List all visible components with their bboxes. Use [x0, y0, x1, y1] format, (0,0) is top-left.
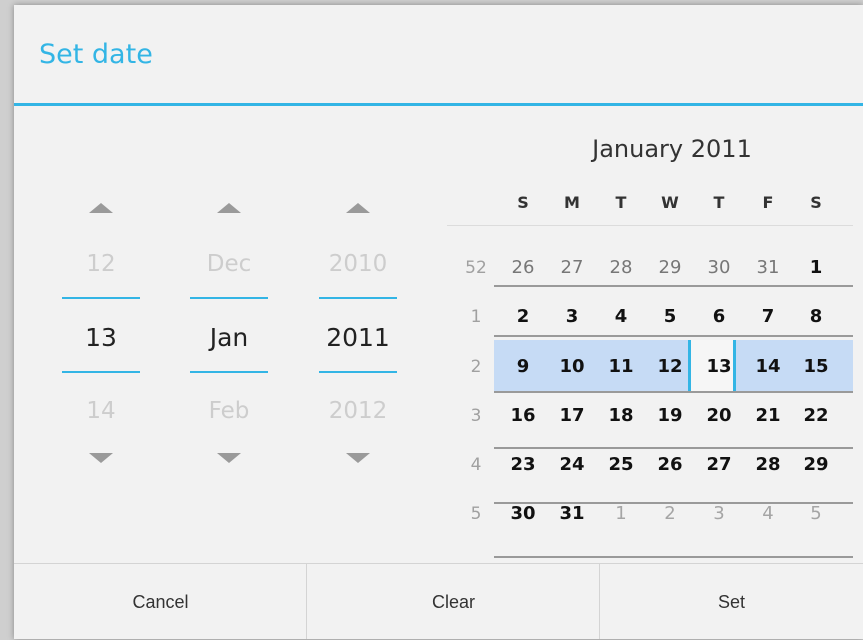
calendar-day[interactable]: 28	[596, 257, 646, 278]
calendar-day[interactable]: 31	[547, 503, 597, 524]
month-spinner-bottom-line	[190, 371, 268, 373]
day-current-value[interactable]: 13	[62, 323, 140, 352]
day-spinner-bottom-line	[62, 371, 140, 373]
week-row-divider	[494, 285, 853, 287]
calendar-day[interactable]: 6	[694, 306, 744, 327]
calendar-day[interactable]: 3	[547, 306, 597, 327]
week-row-divider	[494, 335, 853, 337]
day-decrement-arrow-icon[interactable]	[89, 453, 113, 463]
title-divider	[14, 103, 863, 106]
calendar-day-selected[interactable]: 13	[694, 356, 744, 377]
calendar-day[interactable]: 4	[743, 503, 793, 524]
calendar-day[interactable]: 17	[547, 405, 597, 426]
calendar-day[interactable]: 23	[498, 454, 548, 475]
year-spinner[interactable]: 2010 2011 2012	[319, 195, 397, 475]
calendar-day[interactable]: 26	[645, 454, 695, 475]
year-spinner-bottom-line	[319, 371, 397, 373]
year-prev-value[interactable]: 2010	[319, 251, 397, 277]
year-current-value[interactable]: 2011	[319, 323, 397, 352]
weekday-header: S	[517, 193, 529, 212]
day-prev-value[interactable]: 12	[62, 251, 140, 277]
calendar-day[interactable]: 16	[498, 405, 548, 426]
weekday-header-divider	[447, 225, 853, 226]
calendar-day[interactable]: 1	[596, 503, 646, 524]
calendar-day[interactable]: 1	[791, 257, 841, 278]
day-spinner-top-line	[62, 297, 140, 299]
set-button[interactable]: Set	[600, 564, 863, 639]
year-next-value[interactable]: 2012	[319, 398, 397, 424]
month-next-value[interactable]: Feb	[190, 398, 268, 424]
calendar-day[interactable]: 30	[498, 503, 548, 524]
calendar-day[interactable]: 4	[596, 306, 646, 327]
calendar-day[interactable]: 18	[596, 405, 646, 426]
calendar-day[interactable]: 22	[791, 405, 841, 426]
week-number: 52	[465, 258, 487, 278]
year-increment-arrow-icon[interactable]	[346, 203, 370, 213]
weekday-header: M	[564, 193, 580, 212]
month-spinner-top-line	[190, 297, 268, 299]
year-decrement-arrow-icon[interactable]	[346, 453, 370, 463]
day-next-value[interactable]: 14	[62, 398, 140, 424]
month-spinner[interactable]: Dec Jan Feb	[190, 195, 268, 475]
month-prev-value[interactable]: Dec	[190, 251, 268, 277]
day-spinner[interactable]: 12 13 14	[62, 195, 140, 475]
week-number: 3	[470, 406, 482, 426]
calendar-day[interactable]: 29	[645, 257, 695, 278]
calendar-day[interactable]: 28	[743, 454, 793, 475]
calendar-day[interactable]: 5	[645, 306, 695, 327]
calendar-day[interactable]: 20	[694, 405, 744, 426]
calendar-day[interactable]: 26	[498, 257, 548, 278]
calendar-day[interactable]: 25	[596, 454, 646, 475]
calendar-day[interactable]: 19	[645, 405, 695, 426]
calendar-day[interactable]: 11	[596, 356, 646, 377]
calendar-day[interactable]: 2	[645, 503, 695, 524]
weekday-header: S	[810, 193, 822, 212]
day-increment-arrow-icon[interactable]	[89, 203, 113, 213]
calendar-day[interactable]: 21	[743, 405, 793, 426]
weekday-header: F	[762, 193, 774, 212]
month-current-value[interactable]: Jan	[190, 323, 268, 352]
calendar-month-title: January 2011	[592, 135, 752, 163]
calendar-day[interactable]: 27	[547, 257, 597, 278]
calendar-day[interactable]: 3	[694, 503, 744, 524]
calendar-day[interactable]: 30	[694, 257, 744, 278]
month-decrement-arrow-icon[interactable]	[217, 453, 241, 463]
week-row-divider	[494, 556, 853, 558]
calendar-day[interactable]: 2	[498, 306, 548, 327]
week-row-divider	[494, 391, 853, 393]
date-picker-dialog: Set date 12 13 14 Dec Jan Feb 2010 2011 …	[14, 5, 863, 639]
calendar-day[interactable]: 5	[791, 503, 841, 524]
calendar-day[interactable]: 12	[645, 356, 695, 377]
calendar-day[interactable]: 27	[694, 454, 744, 475]
calendar-day[interactable]: 24	[547, 454, 597, 475]
week-row-divider	[494, 447, 853, 449]
clear-button[interactable]: Clear	[307, 564, 600, 639]
weekday-header: T	[713, 193, 725, 212]
calendar-day[interactable]: 7	[743, 306, 793, 327]
calendar-day[interactable]: 8	[791, 306, 841, 327]
calendar-day[interactable]: 10	[547, 356, 597, 377]
weekday-header: T	[615, 193, 627, 212]
calendar-day[interactable]: 29	[791, 454, 841, 475]
cancel-button[interactable]: Cancel	[14, 564, 307, 639]
month-increment-arrow-icon[interactable]	[217, 203, 241, 213]
week-number: 4	[470, 455, 482, 475]
dialog-title: Set date	[39, 39, 153, 70]
week-number: 2	[470, 357, 482, 377]
year-spinner-top-line	[319, 297, 397, 299]
calendar-day[interactable]: 15	[791, 356, 841, 377]
weekday-header: W	[661, 193, 679, 212]
calendar-day[interactable]: 14	[743, 356, 793, 377]
week-number: 1	[470, 307, 482, 327]
calendar-day[interactable]: 31	[743, 257, 793, 278]
week-number: 5	[470, 504, 482, 524]
calendar-day[interactable]: 9	[498, 356, 548, 377]
